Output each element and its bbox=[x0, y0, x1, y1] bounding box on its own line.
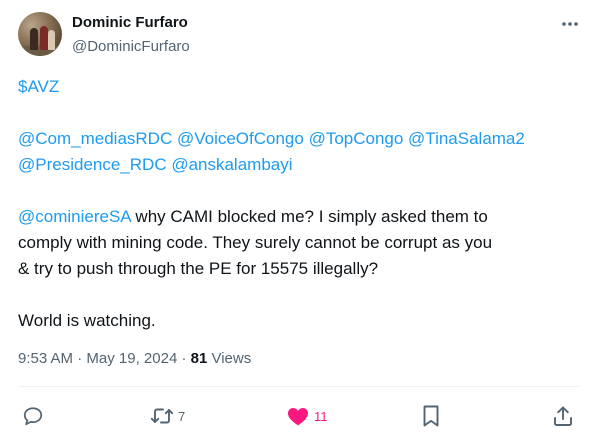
more-icon bbox=[562, 22, 578, 26]
mentions-line[interactable]: @Presidence_RDC @anskalambayi bbox=[18, 152, 588, 178]
reply-button[interactable] bbox=[22, 404, 48, 428]
retweet-count: 7 bbox=[178, 408, 186, 424]
tweet-body-line: comply with mining code. They surely can… bbox=[18, 233, 493, 252]
views-count: 81 bbox=[190, 350, 208, 367]
avatar[interactable] bbox=[18, 12, 62, 56]
bookmark-icon bbox=[423, 405, 439, 427]
tweet-time[interactable]: 9:53 AM bbox=[18, 350, 73, 367]
mentions-line[interactable]: @Com_mediasRDC @VoiceOfCongo @TopCongo @… bbox=[18, 126, 588, 152]
meta-separator: · bbox=[177, 350, 191, 367]
tweet-closing-line: World is watching. bbox=[18, 311, 156, 330]
reply-icon bbox=[23, 407, 43, 426]
tweet-date[interactable]: May 19, 2024 bbox=[86, 350, 177, 367]
tweet-meta: 9:53 AM · May 19, 2024 · 81 Views bbox=[18, 350, 251, 367]
divider bbox=[18, 386, 580, 387]
avatar-photo-figure bbox=[48, 30, 55, 50]
tweet-body-text: why CAMI blocked me? I simply asked them… bbox=[130, 207, 488, 226]
share-icon bbox=[554, 406, 572, 426]
like-button[interactable]: 11 bbox=[286, 404, 328, 428]
author-handle[interactable]: @DominicFurfaro bbox=[72, 38, 190, 55]
share-button[interactable] bbox=[552, 404, 574, 428]
like-icon bbox=[288, 408, 308, 426]
meta-separator: · bbox=[73, 350, 87, 367]
tweet-body-line: @cominiereSA why CAMI blocked me? I simp… bbox=[18, 204, 588, 230]
retweet-icon bbox=[150, 408, 174, 424]
tweet-text: $AVZ @Com_mediasRDC @VoiceOfCongo @TopCo… bbox=[18, 74, 588, 334]
reply-mention-link[interactable]: @cominiereSA bbox=[18, 207, 131, 226]
author-name[interactable]: Dominic Furfaro bbox=[72, 14, 188, 31]
bookmark-button[interactable] bbox=[420, 404, 442, 428]
more-button[interactable] bbox=[558, 14, 582, 34]
cashtag-link[interactable]: $AVZ bbox=[18, 74, 588, 100]
avatar-photo-figure bbox=[40, 26, 48, 50]
like-count: 11 bbox=[314, 408, 328, 424]
views-label: Views bbox=[207, 350, 252, 367]
avatar-photo-figure bbox=[30, 28, 38, 50]
tweet-body-line: & try to push through the PE for 15575 i… bbox=[18, 259, 379, 278]
retweet-button[interactable]: 7 bbox=[150, 404, 185, 428]
